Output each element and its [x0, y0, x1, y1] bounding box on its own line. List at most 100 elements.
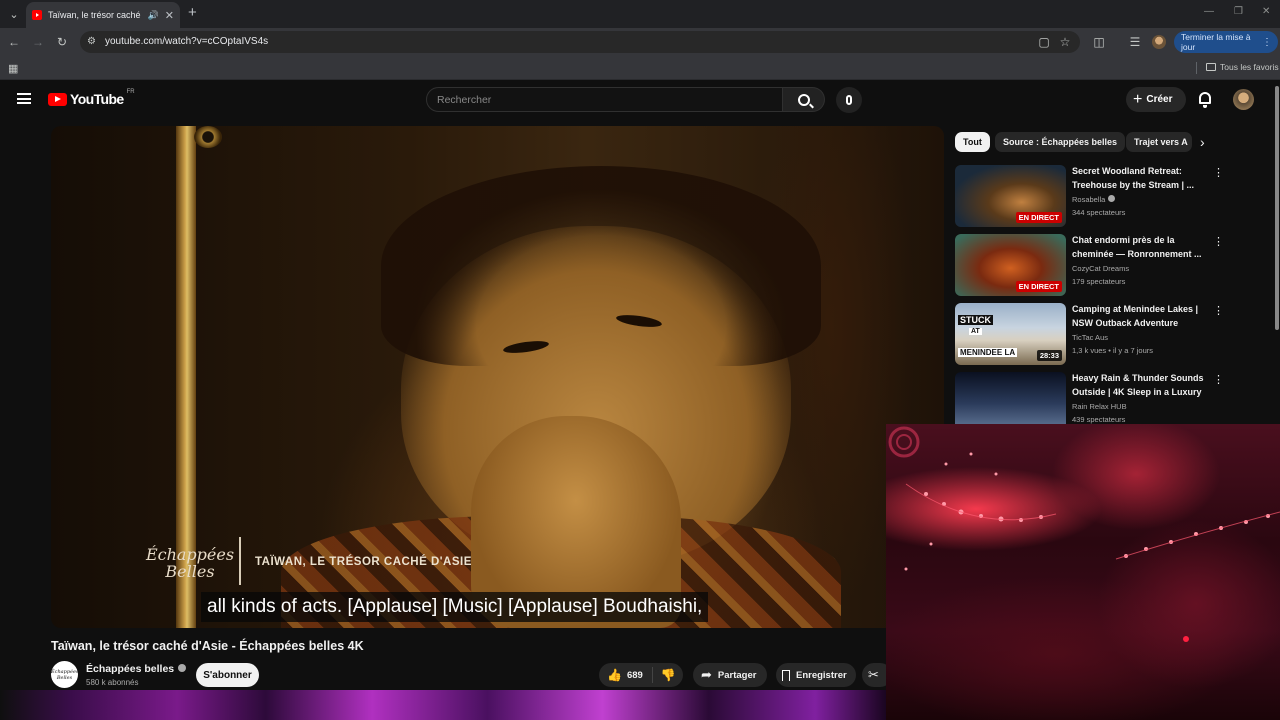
- thumbnail-text-place: MENINDEE LA: [958, 348, 1018, 357]
- profile-avatar[interactable]: [1152, 35, 1166, 49]
- chip-source[interactable]: Source : Échappées belles: [995, 132, 1126, 152]
- menu-icon[interactable]: [17, 93, 31, 104]
- share-icon: ➦: [701, 667, 712, 682]
- save-label: Enregistrer: [796, 669, 847, 681]
- notifications-bell-icon[interactable]: [1199, 92, 1211, 108]
- install-app-icon[interactable]: ▢: [1036, 34, 1052, 50]
- watermark-line-1: Échappées: [145, 545, 235, 564]
- video-title: Taïwan, le trésor caché d'Asie - Échappé…: [51, 639, 364, 653]
- back-icon[interactable]: ←: [6, 34, 22, 50]
- create-button[interactable]: + Créer: [1126, 87, 1186, 112]
- account-avatar[interactable]: [1233, 89, 1254, 110]
- tab-title: Taïwan, le trésor caché d'Asie: [48, 10, 142, 20]
- subscribe-button[interactable]: S'abonner: [196, 663, 259, 687]
- all-bookmarks-folder[interactable]: Tous les favoris: [1206, 62, 1279, 72]
- video-player[interactable]: Échappées Belles TAÏWAN, LE TRÉSOR CACHÉ…: [51, 126, 944, 628]
- recommendation-meta: 439 spectateurs: [1072, 415, 1126, 424]
- browser-tab-bar: ⌄ Taïwan, le trésor caché d'Asie 🔊 ✕ + —…: [0, 0, 1280, 28]
- recommendation-item[interactable]: STUCK AT MENINDEE LA 28:33 Camping at Me…: [955, 303, 1225, 365]
- recommendation-item[interactable]: EN DIRECT Secret Woodland Retreat: Treeh…: [955, 165, 1225, 227]
- recommendation-channel-name[interactable]: Rosabella: [1072, 195, 1105, 204]
- save-button[interactable]: Enregistrer: [776, 663, 856, 687]
- minimize-icon[interactable]: —: [1204, 6, 1214, 17]
- more-actions-icon[interactable]: ⋮: [1213, 236, 1224, 248]
- search-icon: [797, 93, 810, 106]
- recommendation-item[interactable]: EN DIRECT Chat endormi près de la chemin…: [955, 234, 1225, 296]
- url-text[interactable]: youtube.com/watch?v=cCOptaIVS4s: [105, 36, 268, 47]
- page-scrollbar[interactable]: [1275, 86, 1279, 330]
- recommendation-channel[interactable]: Rain Relax HUB: [1072, 402, 1127, 411]
- thumbnail-text-stuck: STUCK: [958, 315, 993, 325]
- browser-tab[interactable]: Taïwan, le trésor caché d'Asie 🔊 ✕: [26, 2, 180, 28]
- bookmark-star-icon[interactable]: ☆: [1057, 34, 1073, 50]
- recommendation-meta: 344 spectateurs: [1072, 208, 1126, 217]
- address-bar[interactable]: ⚙ youtube.com/watch?v=cCOptaIVS4s: [80, 31, 1080, 53]
- more-menu-icon[interactable]: ⋮: [1262, 37, 1272, 48]
- description-preview-background: [0, 690, 886, 720]
- extensions-icon[interactable]: ◫: [1091, 34, 1107, 50]
- close-tab-icon[interactable]: ✕: [165, 9, 174, 22]
- bookmarks-folder-label: Tous les favoris: [1220, 62, 1279, 72]
- video-overlay-title: TAÏWAN, LE TRÉSOR CACHÉ D'ASIE: [255, 556, 472, 568]
- share-button[interactable]: ➦ Partager: [693, 663, 767, 687]
- recommendation-meta: 179 spectateurs: [1072, 277, 1126, 286]
- site-info-icon[interactable]: ⚙: [87, 36, 99, 48]
- close-window-icon[interactable]: ✕: [1262, 6, 1270, 17]
- more-actions-icon[interactable]: ⋮: [1213, 374, 1224, 386]
- reload-icon[interactable]: ↻: [54, 34, 70, 50]
- recommendation-title[interactable]: Secret Woodland Retreat: Treehouse by th…: [1072, 165, 1208, 192]
- tab-search-icon[interactable]: ⌄: [4, 4, 24, 24]
- more-actions-icon[interactable]: ⋮: [1213, 305, 1224, 317]
- dislike-button[interactable]: 👎: [653, 668, 683, 682]
- like-button[interactable]: 👍 689: [599, 667, 653, 683]
- update-button[interactable]: Terminer la mise à jour ⋮: [1174, 31, 1278, 53]
- recommendation-title[interactable]: Heavy Rain & Thunder Sounds Outside | 4K…: [1072, 372, 1208, 399]
- new-tab-icon[interactable]: +: [188, 5, 197, 21]
- speaker-icon[interactable]: 🔊: [148, 10, 159, 21]
- recommendation-title[interactable]: Chat endormi près de la cheminée — Ronro…: [1072, 234, 1208, 261]
- verified-icon: [178, 664, 187, 672]
- watermark-line-2: Belles: [165, 562, 215, 581]
- browser-toolbar: ← → ↻ ⚙ youtube.com/watch?v=cCOptaIVS4s …: [0, 28, 1280, 56]
- thumbs-up-icon: 👍: [607, 668, 622, 682]
- bookmarks-bar: ▦ Tous les favoris: [0, 56, 1280, 80]
- string-lights: [888, 426, 1280, 642]
- youtube-logo[interactable]: YouTube FR: [48, 89, 135, 107]
- search-input[interactable]: Rechercher: [426, 87, 783, 112]
- youtube-header: YouTube FR Rechercher + Créer: [0, 81, 1280, 119]
- recommendation-thumbnail[interactable]: EN DIRECT: [955, 165, 1066, 227]
- youtube-favicon-icon: [32, 10, 42, 20]
- like-count: 689: [626, 669, 643, 681]
- channel-avatar-text-2: Belles: [56, 675, 73, 681]
- recommendation-thumbnail[interactable]: EN DIRECT: [955, 234, 1066, 296]
- watermark-divider: [239, 537, 241, 585]
- thumbs-down-icon: 👎: [660, 668, 676, 682]
- recommendation-channel[interactable]: CozyCat Dreams: [1072, 264, 1129, 273]
- like-dislike-group: 👍 689 👎: [599, 663, 683, 687]
- chevron-right-icon[interactable]: ›: [1200, 134, 1205, 150]
- channel-name-text[interactable]: Échappées belles: [86, 663, 174, 675]
- recommendation-channel[interactable]: TicTac Aus: [1072, 333, 1108, 342]
- chip-all[interactable]: Tout: [955, 132, 990, 152]
- media-controls-icon[interactable]: ☰: [1127, 34, 1143, 50]
- plus-icon: +: [1133, 90, 1143, 108]
- webcam-overlay: [886, 424, 1280, 720]
- share-label: Partager: [717, 669, 757, 681]
- voice-search-button[interactable]: [836, 87, 862, 113]
- recommendation-meta: 1,3 k vues • il y a 7 jours: [1072, 346, 1153, 355]
- more-actions-icon[interactable]: ⋮: [1213, 167, 1224, 179]
- recommendation-channel[interactable]: Rosabella: [1072, 195, 1116, 204]
- search-button[interactable]: [783, 87, 825, 112]
- search-placeholder: Rechercher: [437, 94, 492, 106]
- recommendation-thumbnail[interactable]: STUCK AT MENINDEE LA 28:33: [955, 303, 1066, 365]
- channel-name[interactable]: Échappées belles: [86, 663, 187, 675]
- video-frame-detail: [194, 126, 222, 148]
- chip-trajet[interactable]: Trajet vers A: [1126, 132, 1192, 152]
- maximize-icon[interactable]: ❐: [1234, 6, 1243, 17]
- apps-grid-icon[interactable]: ▦: [8, 62, 18, 75]
- channel-avatar[interactable]: Échappées Belles: [51, 661, 79, 688]
- forward-icon[interactable]: →: [30, 34, 46, 50]
- duration-badge: 28:33: [1036, 350, 1062, 361]
- thumbnail-text-at: AT: [969, 328, 982, 335]
- recommendation-title[interactable]: Camping at Menindee Lakes | NSW Outback …: [1072, 303, 1208, 330]
